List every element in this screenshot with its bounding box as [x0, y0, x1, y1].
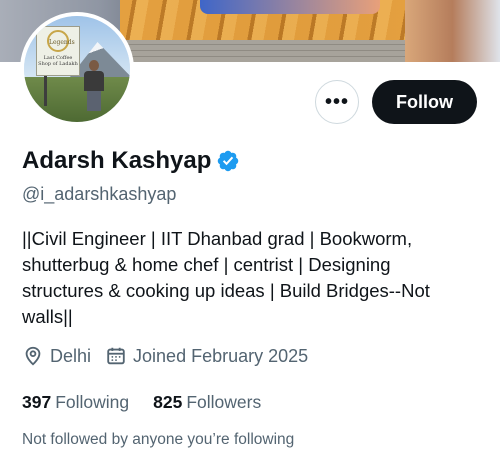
avatar-sign-title: Legends — [49, 39, 75, 46]
mutual-followers-note: Not followed by anyone you’re following — [22, 431, 295, 448]
following-label: Following — [55, 392, 130, 412]
bio-line: shutterbug & home chef | centrist | Desi… — [22, 254, 391, 275]
bio-line: ||Civil Engineer | IIT Dhanbad grad | Bo… — [22, 228, 413, 249]
following-link[interactable]: 397 Following — [22, 392, 129, 413]
display-name: Adarsh Kashyap — [22, 147, 212, 174]
avatar-person — [84, 60, 104, 111]
avatar[interactable]: Legends Last Coffee Shop of Ladakh — [20, 12, 134, 126]
following-count: 397 — [22, 392, 52, 412]
more-dots-icon: ••• — [324, 90, 349, 113]
location-item: Delhi — [22, 345, 91, 367]
profile-bio: ||Civil Engineer | IIT Dhanbad grad | Bo… — [22, 226, 482, 330]
followers-count: 825 — [153, 392, 183, 412]
location-pin-icon — [22, 345, 44, 367]
joined-text: Joined February 2025 — [133, 345, 309, 366]
avatar-ground — [24, 77, 130, 122]
location-text: Delhi — [50, 345, 92, 366]
profile-stats: 397 Following 825 Followers — [22, 392, 285, 413]
verified-badge-icon[interactable] — [216, 149, 240, 173]
calendar-icon — [105, 345, 127, 367]
profile-meta: Delhi Joined February 2025 — [22, 345, 322, 367]
banner-floor — [120, 40, 410, 62]
avatar-sign-subtitle: Last Coffee Shop of Ladakh — [38, 55, 78, 67]
bio-line: walls|| — [22, 306, 73, 327]
banner-cloth — [200, 0, 380, 14]
followers-link[interactable]: 825 Followers — [153, 392, 261, 413]
name-row: Adarsh Kashyap — [22, 147, 240, 175]
banner-right — [405, 0, 500, 62]
avatar-sign: Legends Last Coffee Shop of Ladakh — [36, 26, 80, 76]
wreath-icon: Legends — [47, 30, 75, 52]
more-button[interactable]: ••• — [315, 80, 359, 124]
follow-button[interactable]: Follow — [372, 80, 477, 124]
avatar-sign-post — [44, 76, 47, 106]
bio-line: structures & cooking up ideas | Build Br… — [22, 280, 430, 301]
profile-handle: @i_adarshkashyap — [22, 184, 177, 204]
joined-item: Joined February 2025 — [105, 345, 308, 367]
followers-label: Followers — [186, 392, 262, 412]
